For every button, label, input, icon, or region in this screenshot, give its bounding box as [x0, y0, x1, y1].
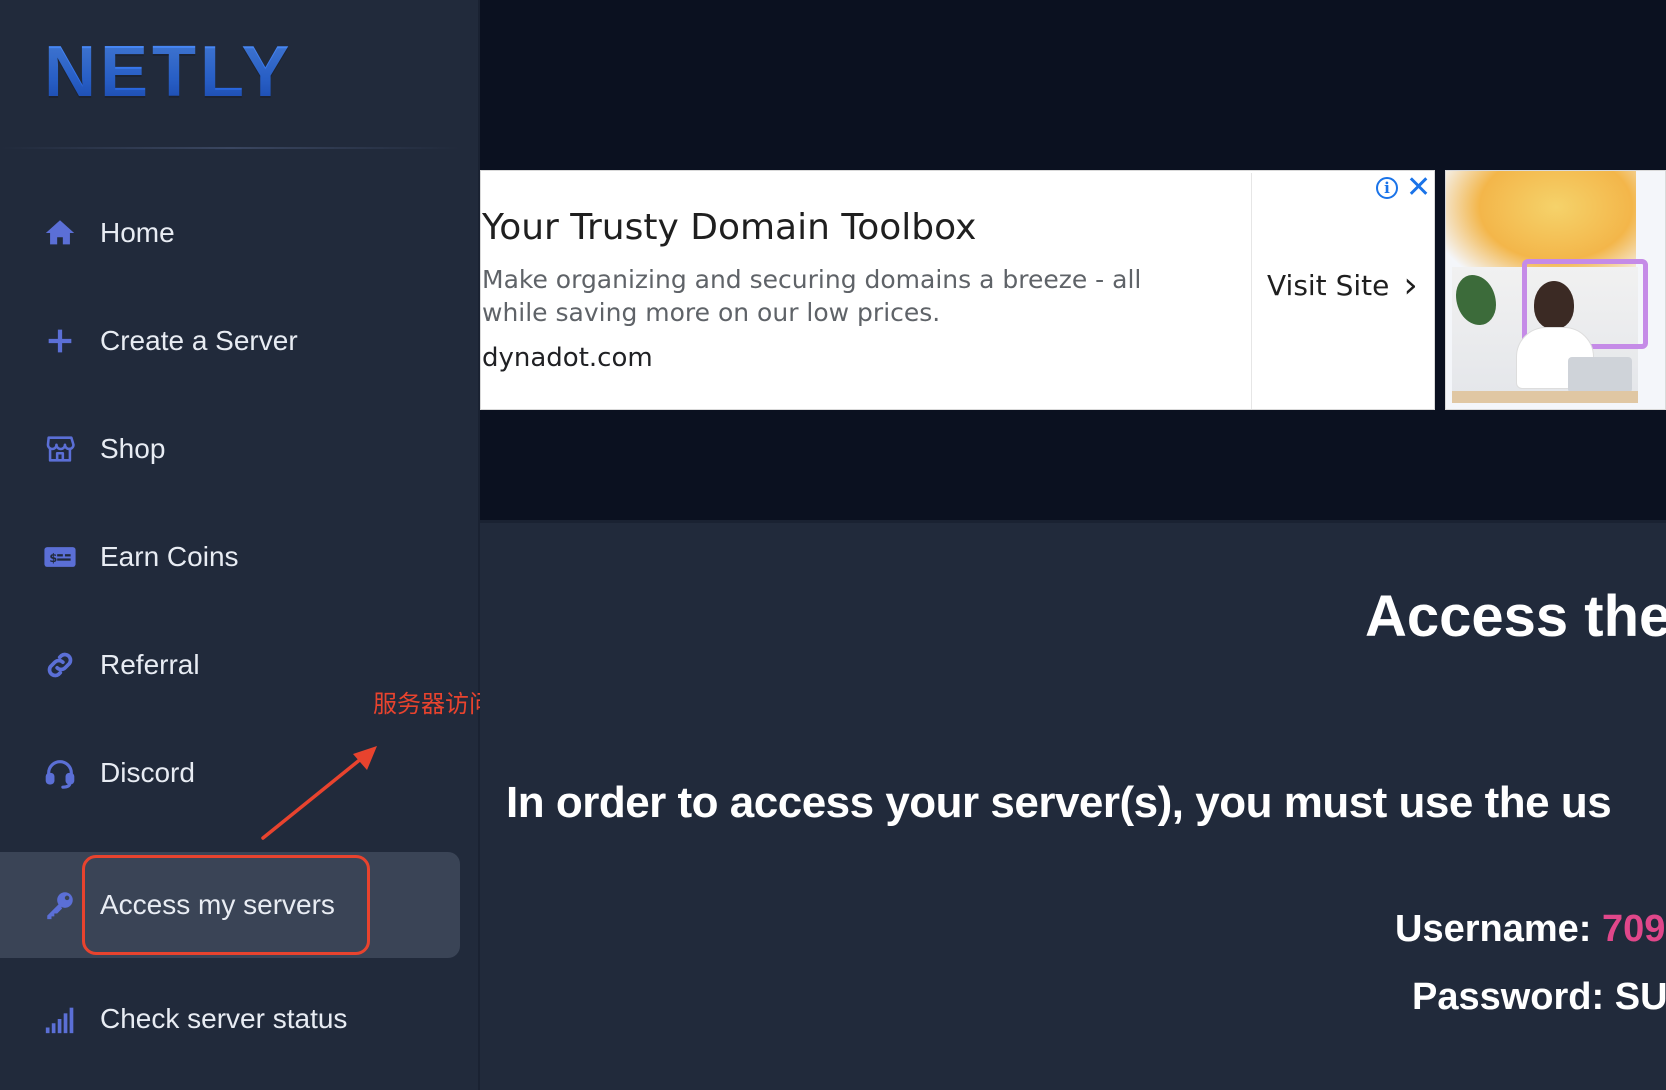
sidebar-item-label: Check server status [100, 1003, 348, 1034]
money-bill-icon: $ [42, 539, 78, 575]
content-area: Access the In order to access your serve… [480, 520, 1666, 1090]
password-label: Password: [1412, 976, 1605, 1018]
sidebar-item-label: Home [100, 217, 175, 248]
sidebar-item-create-server[interactable]: Create a Server [0, 288, 460, 394]
logo-area: NETLY [0, 0, 480, 149]
plus-icon [42, 323, 78, 359]
ad-image[interactable] [1445, 170, 1666, 410]
sidebar-item-home[interactable]: Home [0, 180, 460, 286]
sidebar-item-shop[interactable]: Shop [0, 396, 460, 502]
svg-text:$: $ [49, 551, 57, 565]
username-value[interactable]: 709 [1602, 908, 1665, 950]
ad-info-icon[interactable]: i [1376, 177, 1398, 199]
sidebar: NETLY Home Create a Server Shop $ Earn C… [0, 0, 480, 1090]
ad-image-person-head [1534, 281, 1574, 329]
ad-image-desk [1452, 391, 1638, 403]
sidebar-item-label: Shop [100, 433, 166, 464]
store-icon [42, 431, 78, 467]
password-value[interactable]: SU [1615, 976, 1666, 1018]
ad-separator [1251, 173, 1252, 409]
netly-logo[interactable]: NETLY [44, 36, 293, 108]
ad-description: Make organizing and securing domains a b… [482, 265, 1142, 327]
home-icon [42, 215, 78, 251]
access-instruction-text: In order to access your server(s), you m… [506, 778, 1612, 827]
ad-title[interactable]: Your Trusty Domain Toolbox [482, 207, 976, 248]
ad-domain[interactable]: dynadot.com [482, 343, 653, 373]
sidebar-item-label: Access my servers [100, 889, 335, 920]
visit-site-button[interactable]: Visit Site › [1267, 264, 1418, 306]
sidebar-item-label: Discord [100, 757, 195, 788]
ad-image-laptop [1568, 357, 1632, 393]
password-line: Password: SU [1412, 976, 1666, 1019]
sidebar-item-access-servers[interactable]: Access my servers [0, 852, 460, 958]
username-label: Username: [1395, 908, 1592, 950]
ad-banner[interactable]: Your Trusty Domain Toolbox Make organizi… [480, 170, 1435, 410]
sidebar-item-earn-coins[interactable]: $ Earn Coins [0, 504, 460, 610]
headset-icon [42, 755, 78, 791]
sidebar-item-label: Earn Coins [100, 541, 239, 572]
logo-divider [0, 147, 460, 149]
annotation-arrow-icon [261, 746, 377, 840]
chevron-right-icon: › [1403, 264, 1418, 306]
sidebar-item-discord[interactable]: Discord [0, 720, 460, 826]
signal-bars-icon [42, 1001, 78, 1037]
link-icon [42, 647, 78, 683]
username-line: Username: 709 [1395, 908, 1665, 951]
sidebar-item-label: Create a Server [100, 325, 298, 356]
key-icon [42, 887, 78, 923]
sidebar-item-server-status[interactable]: Check server status [0, 966, 460, 1072]
page-title: Access the [1365, 584, 1666, 649]
sidebar-item-label: Referral [100, 649, 200, 680]
visit-site-label: Visit Site [1267, 269, 1390, 302]
ad-close-icon[interactable]: ✕ [1406, 173, 1431, 203]
